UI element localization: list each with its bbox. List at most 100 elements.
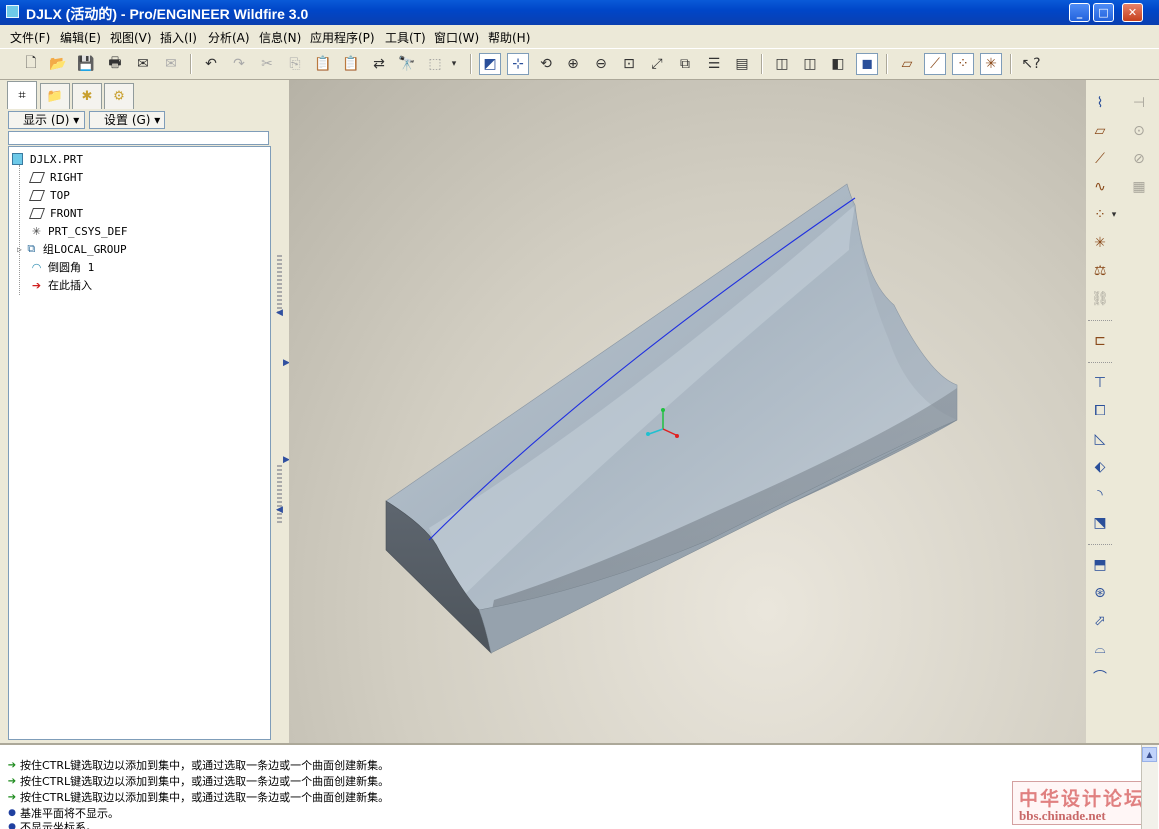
revolve-tool-icon[interactable]: ⊛ — [1089, 582, 1111, 604]
datum-plane-display-icon[interactable]: ▱ — [896, 53, 918, 75]
menu-applications[interactable]: 应用程序(P) — [310, 29, 375, 46]
tree-node-group[interactable]: ▷ ⧉ 组LOCAL_GROUP — [17, 241, 127, 257]
layers-icon[interactable]: ☰ — [703, 53, 725, 75]
minimize-button[interactable]: _ — [1069, 3, 1090, 22]
collapse-arrow-icon[interactable]: ◀ — [276, 505, 283, 515]
datum-curve-tool-icon[interactable]: ∿ — [1089, 176, 1111, 198]
menu-edit[interactable]: 编辑(E) — [60, 29, 101, 46]
tree-node-right[interactable]: RIGHT — [28, 169, 83, 185]
menu-tools[interactable]: 工具(T) — [385, 29, 426, 46]
round-tool-icon[interactable]: ◝ — [1089, 484, 1111, 506]
menu-window[interactable]: 窗口(W) — [434, 29, 479, 46]
select-box-icon[interactable]: ⬚ — [424, 53, 446, 75]
extrude-tool-icon[interactable]: ⬒ — [1089, 554, 1111, 576]
shell-tool-icon[interactable]: ⧠ — [1089, 400, 1111, 422]
rib-tool-icon[interactable]: ◺ — [1089, 428, 1111, 450]
menu-insert[interactable]: 插入(I) — [160, 29, 197, 46]
paste-special-icon[interactable]: 📋 — [340, 53, 362, 75]
refit-icon[interactable]: ⊡ — [618, 53, 640, 75]
tab-connections[interactable]: ⚙ — [104, 83, 134, 109]
cut-icon[interactable]: ✂ — [256, 53, 278, 75]
pattern-tool-icon[interactable]: ▦ — [1128, 176, 1150, 198]
email-link-icon[interactable]: ✉ — [160, 53, 182, 75]
blend-tool-icon[interactable]: ⌓ — [1089, 638, 1111, 660]
feature-toolbar: ⌇ ▱ ⟋ ∿ ⁘ ▾ ✳ ⚖ ⛓ ⊏ ⊤ ⧠ ◺ ⬖ ◝ ⬔ ⬒ ⊛ ⬀ ⌓ … — [1086, 80, 1159, 743]
shading-icon[interactable]: ◼ — [856, 53, 878, 75]
tab-favorites[interactable]: ✱ — [72, 83, 102, 109]
message-scrollbar[interactable]: ▲ — [1141, 745, 1158, 829]
tree-node-insert-here[interactable]: ➔ 在此插入 — [29, 277, 92, 293]
datum-plane-tool-icon[interactable]: ▱ — [1089, 120, 1111, 142]
find-icon[interactable]: 🔭 — [396, 53, 418, 75]
context-help-icon[interactable]: ↖? — [1020, 53, 1042, 75]
settings-dropdown[interactable]: 设置 (G) ▾ — [89, 111, 165, 129]
scroll-up-icon[interactable]: ▲ — [1142, 747, 1157, 762]
tab-folder-browser[interactable]: 📁 — [40, 83, 70, 109]
new-file-icon[interactable]: 🗋 — [20, 53, 42, 75]
analysis-feature-icon[interactable]: ⚖ — [1089, 260, 1111, 282]
tree-node-top[interactable]: TOP — [28, 187, 70, 203]
tree-node-part[interactable]: DJLX.PRT — [12, 151, 83, 167]
csys-tool-icon[interactable]: ✳ — [1089, 232, 1111, 254]
chamfer-tool-icon[interactable]: ⬔ — [1089, 512, 1111, 534]
menu-file[interactable]: 文件(F) — [10, 29, 50, 46]
panel-splitter[interactable]: ◀ ▶ ▶ ◀ — [275, 80, 290, 743]
copy-icon[interactable]: ⎘ — [284, 53, 306, 75]
part-model-svg[interactable] — [289, 80, 1086, 743]
open-folder-icon[interactable]: 📂 — [47, 53, 69, 75]
print-icon[interactable]: 🖶 — [104, 53, 126, 75]
sweep-tool-icon[interactable]: ⬀ — [1089, 610, 1111, 632]
wireframe-icon[interactable]: ◫ — [771, 53, 793, 75]
show-dropdown[interactable]: 显示 (D) ▾ — [8, 111, 85, 129]
datum-link-icon[interactable]: ⛓ — [1089, 288, 1111, 310]
collapse-arrow-icon[interactable]: ◀ — [276, 308, 283, 318]
reorient-icon[interactable]: ⤢ — [646, 53, 668, 75]
saved-views-icon[interactable]: ⧉ — [674, 53, 696, 75]
hole-tool-icon[interactable]: ⊤ — [1089, 372, 1111, 394]
splitter-grip[interactable] — [277, 255, 282, 315]
merge-tool-icon[interactable]: ⊙ — [1128, 120, 1150, 142]
menu-analysis[interactable]: 分析(A) — [208, 29, 250, 46]
datum-axis-tool-icon[interactable]: ⟋ — [1089, 148, 1111, 170]
hidden-line-icon[interactable]: ◫ — [799, 53, 821, 75]
undo-icon[interactable]: ↶ — [200, 53, 222, 75]
draft-tool-icon[interactable]: ⬖ — [1089, 456, 1111, 478]
zoom-in-icon[interactable]: ⊕ — [562, 53, 584, 75]
mirror-tool-icon[interactable]: ⊣ — [1128, 92, 1150, 114]
redo-icon[interactable]: ↷ — [228, 53, 250, 75]
datum-axis-display-icon[interactable]: ⟋ — [924, 53, 946, 75]
save-icon[interactable]: 💾 — [75, 53, 97, 75]
regenerate-icon[interactable]: ⇄ — [368, 53, 390, 75]
zoom-out-icon[interactable]: ⊖ — [590, 53, 612, 75]
select-dropdown-icon[interactable]: ▾ — [448, 53, 460, 75]
graphics-window[interactable] — [289, 80, 1086, 743]
tree-node-round[interactable]: ◠ 倒圆角 1 — [29, 259, 95, 275]
boundary-blend-icon[interactable]: ⌒ — [1089, 666, 1111, 688]
email-icon[interactable]: ✉ — [132, 53, 154, 75]
title-bar[interactable]: DJLX (活动的) - Pro/ENGINEER Wildfire 3.0 _… — [0, 0, 1159, 25]
expand-arrow-icon[interactable]: ▷ — [17, 245, 22, 254]
tree-node-csys[interactable]: ✳ PRT_CSYS_DEF — [29, 223, 128, 239]
menu-view[interactable]: 视图(V) — [110, 29, 152, 46]
datum-point-display-icon[interactable]: ⁘ — [952, 53, 974, 75]
maximize-button[interactable]: □ — [1093, 3, 1114, 22]
trim-tool-icon[interactable]: ⊘ — [1128, 148, 1150, 170]
sketch-tool-icon[interactable]: ⌇ — [1089, 92, 1111, 114]
close-button[interactable]: ✕ — [1122, 3, 1143, 22]
copy-geometry-icon[interactable]: ⊏ — [1089, 330, 1111, 352]
tree-node-front[interactable]: FRONT — [28, 205, 83, 221]
tree-filter-field[interactable] — [8, 131, 269, 145]
orient-mode-icon[interactable]: ⟲ — [535, 53, 557, 75]
proe-app-icon — [6, 5, 19, 18]
view-manager-icon[interactable]: ▤ — [731, 53, 753, 75]
menu-info[interactable]: 信息(N) — [259, 29, 301, 46]
menu-help[interactable]: 帮助(H) — [488, 29, 530, 46]
paste-icon[interactable]: 📋 — [312, 53, 334, 75]
tab-model-tree[interactable]: ⌗ — [7, 81, 37, 109]
point-dropdown-icon[interactable]: ▾ — [1108, 204, 1120, 226]
no-hidden-icon[interactable]: ◧ — [827, 53, 849, 75]
csys-display-icon[interactable]: ✳ — [980, 53, 1002, 75]
repaint-icon[interactable]: ◩ — [479, 53, 501, 75]
splitter-grip[interactable] — [277, 465, 282, 525]
spin-center-icon[interactable]: ⊹ — [507, 53, 529, 75]
